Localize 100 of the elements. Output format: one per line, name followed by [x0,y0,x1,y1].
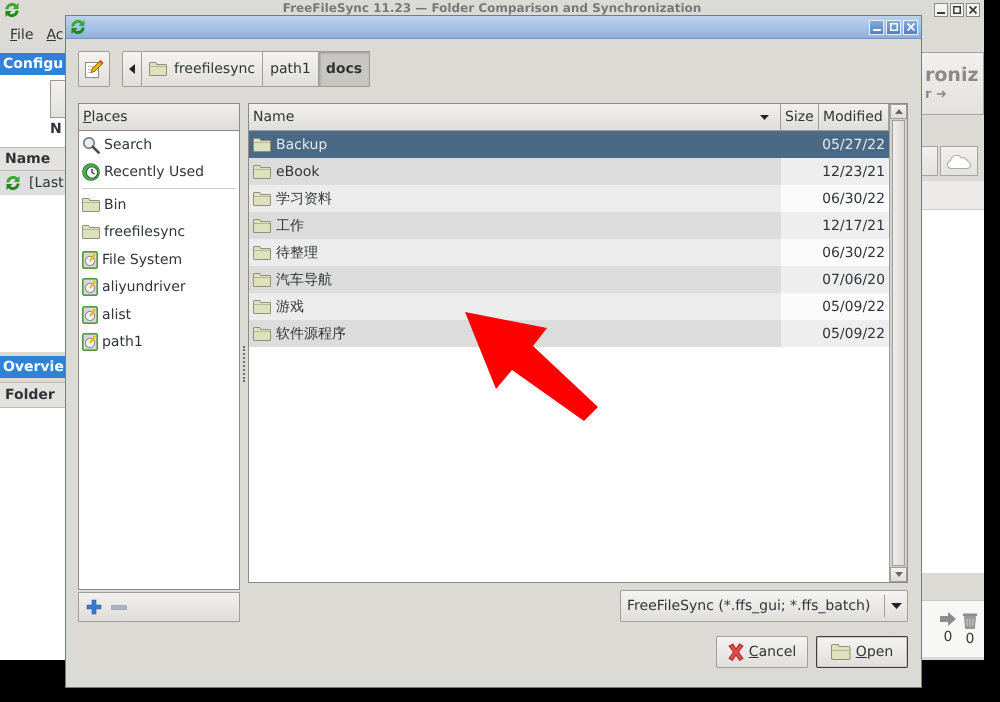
file-row[interactable]: 软件源程序 05/09/22 [249,320,889,347]
place-item[interactable]: alist [79,301,239,328]
minus-icon [111,604,127,610]
maximize-icon [953,6,961,14]
folder-icon [253,246,271,260]
modified-date: 12/17/21 [821,216,886,236]
folder-icon [253,272,271,286]
count-label: 0 [966,631,974,647]
file-row[interactable]: Backup 05/27/22 [249,131,889,158]
modified-date: 07/06/20 [821,270,886,290]
caret-down-icon [890,603,902,609]
cloud-icon [946,154,972,168]
file-row[interactable]: 学习资料 06/30/22 [249,185,889,212]
column-header[interactable]: Folder [0,382,65,408]
sync-icon [70,19,86,35]
search-icon [82,136,100,154]
file-row[interactable]: 工作 12/17/21 [249,212,889,239]
minimize-button[interactable] [934,3,948,17]
file-name: Backup [276,136,328,152]
folder-icon [253,192,271,206]
close-icon [906,23,914,31]
add-button[interactable] [86,599,102,615]
column-header[interactable]: Modified [819,104,889,131]
place-item[interactable]: File System [79,246,239,274]
file-row[interactable]: 待整理 06/30/22 [249,239,889,266]
path-button[interactable]: freefilesync [142,51,264,87]
maximize-button[interactable] [950,3,964,17]
file-name: 汽车导航 [276,270,332,288]
close-button[interactable] [966,3,980,17]
place-item[interactable]: aliyundriver [79,274,239,301]
place-item[interactable]: freefilesync [79,218,239,246]
drive-icon [82,333,98,352]
clock-icon [82,163,100,182]
config-item[interactable]: [Last [0,171,65,195]
modified-date: 05/27/22 [821,136,886,154]
toolbar-button[interactable] [50,80,65,118]
folder-icon [149,62,167,76]
back-button[interactable] [122,51,142,87]
folder-icon [253,218,271,232]
filter-dropdown[interactable]: FreeFileSync (*.ffs_gui; *.ffs_batch) [620,590,908,622]
pencil-icon [84,59,104,79]
folder-icon [253,164,271,178]
folder-icon [253,300,271,314]
cross-icon [728,643,744,661]
column-header: Places [79,104,239,131]
scroll-down-button[interactable] [890,567,907,582]
sync-icon [5,175,21,191]
menu-item[interactable]: File [10,27,34,43]
folder-icon [253,326,271,340]
scrollbar-thumb[interactable] [892,120,905,566]
path-button[interactable]: docs [318,51,370,87]
drive-icon [82,306,98,324]
button-label: N [50,121,62,137]
file-name: 游戏 [276,298,304,316]
caret-down-icon [894,572,902,577]
cloud-button[interactable] [940,146,978,176]
file-name: 工作 [276,216,304,234]
file-row[interactable]: eBook 12/23/21 [249,158,889,185]
modified-date: 05/09/22 [821,298,886,316]
edit-button[interactable] [78,51,110,87]
folder-icon [830,644,851,660]
arrow-icon [939,611,957,627]
folder-icon [253,138,271,152]
modified-date: 06/30/22 [821,190,886,208]
plus-icon [86,599,102,615]
sort-arrow-icon [760,114,769,120]
sync-icon [4,2,20,18]
column-header[interactable]: Size [781,104,819,131]
caret-left-icon [129,64,135,74]
menu-item[interactable]: Ac [46,27,64,43]
modified-date: 05/09/22 [821,324,886,344]
cancel-button[interactable]: Cancel [716,636,808,668]
place-item[interactable]: Bin [79,191,239,218]
count-label: 0 [944,629,952,645]
panel-title: Overvie [0,356,65,378]
place-item[interactable]: Search [79,131,239,158]
column-header[interactable]: Name [0,147,65,171]
trash-icon [962,611,978,629]
file-name: 待整理 [276,244,318,262]
close-icon [969,6,977,14]
splitter-handle[interactable] [242,346,246,382]
folder-icon [82,198,100,212]
window-title: FreeFileSync 11.23 — Folder Comparison and Synchronization [282,1,702,15]
column-header[interactable]: Name [249,104,781,131]
place-item[interactable]: Recently Used [79,158,239,186]
file-name: eBook [276,164,320,180]
place-item[interactable]: path1 [79,328,239,356]
scroll-up-button[interactable] [890,104,907,119]
drive-icon [82,278,98,296]
file-row[interactable]: 汽车导航 07/06/20 [249,266,889,293]
path-button[interactable]: path1 [263,51,319,87]
caret-up-icon [894,109,902,114]
modified-date: 06/30/22 [821,244,886,262]
modified-date: 12/23/21 [821,162,886,182]
maximize-icon [890,23,898,31]
open-button[interactable]: Open [816,636,908,668]
toolbar-button[interactable] [922,146,938,176]
panel-title: Configu [0,53,65,75]
file-row[interactable]: 游戏 05/09/22 [249,293,889,320]
drive-icon [82,250,98,269]
